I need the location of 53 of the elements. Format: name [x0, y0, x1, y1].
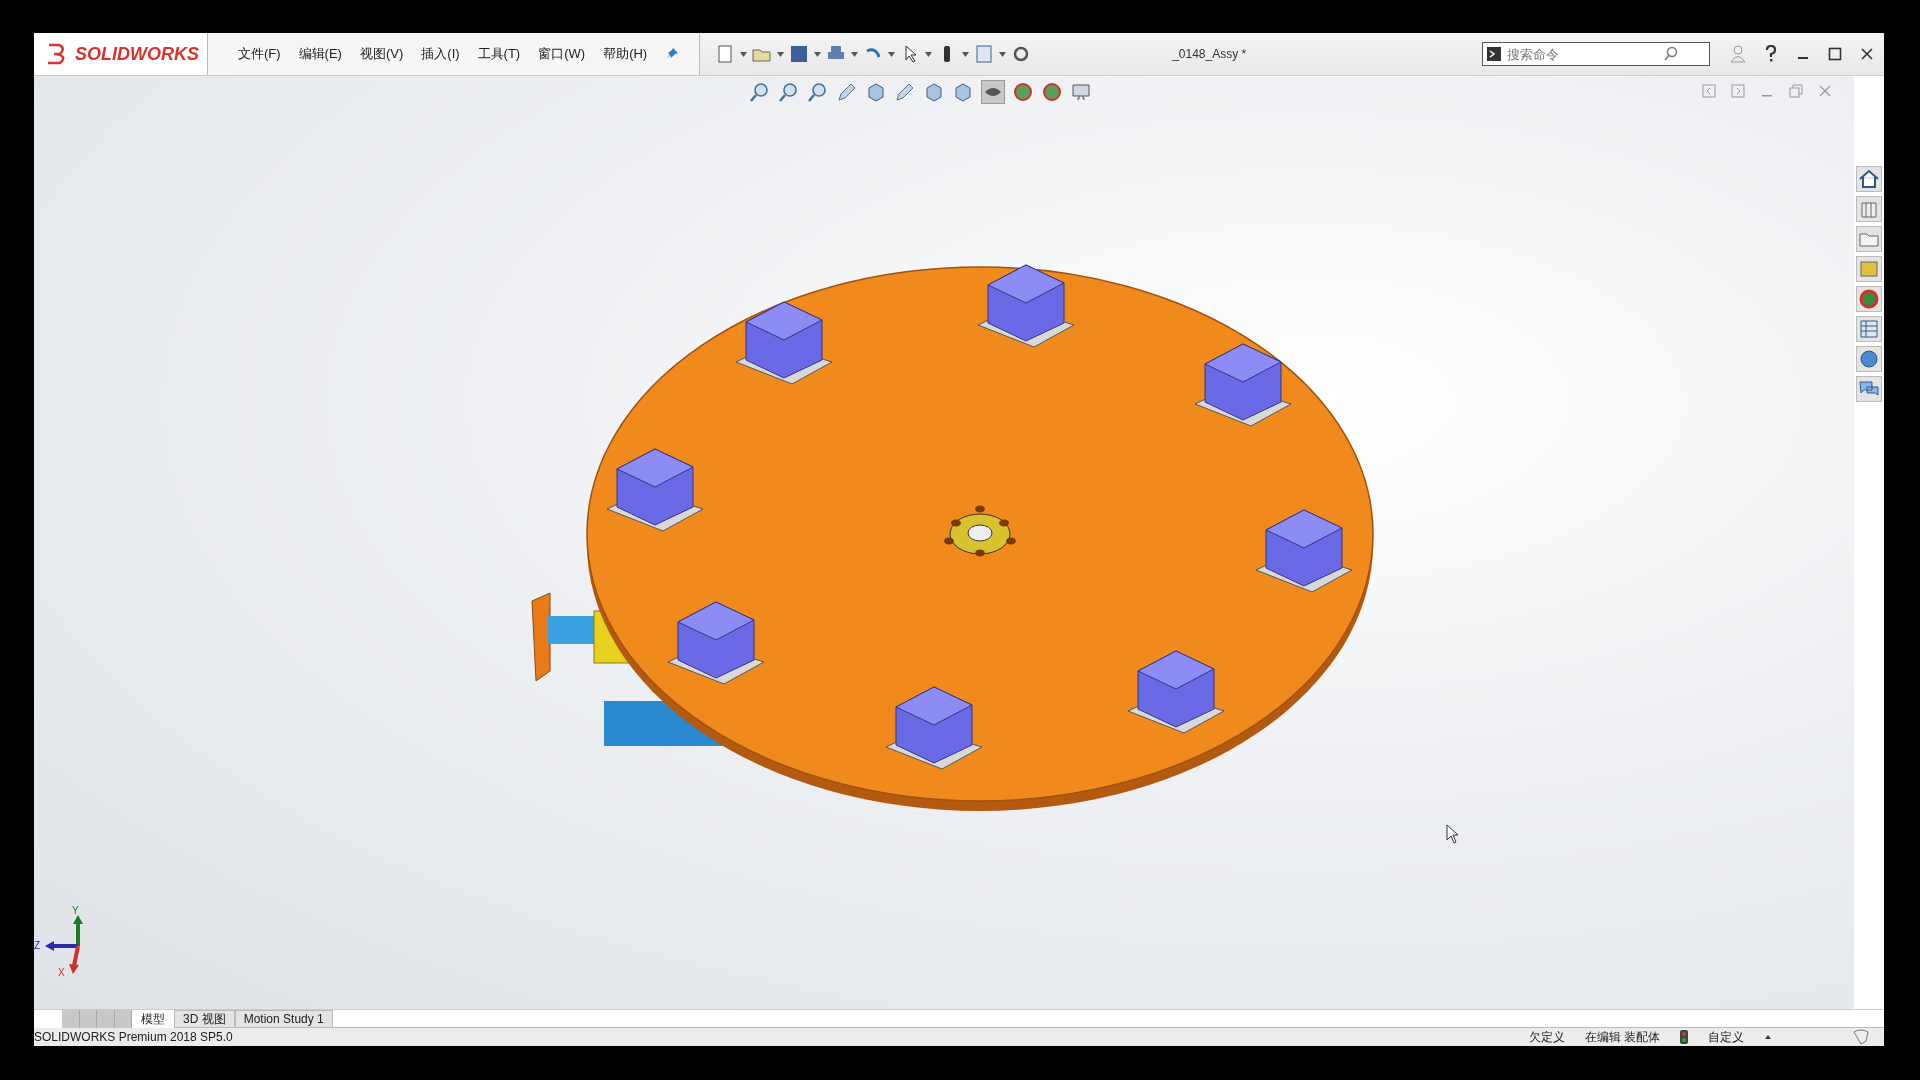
caret-icon[interactable] — [888, 51, 896, 57]
zoom-icon[interactable] — [807, 81, 829, 103]
menu-item[interactable]: 编辑(E) — [298, 45, 342, 63]
tab[interactable]: 3D 视图 — [174, 1010, 235, 1028]
monitor-icon[interactable] — [1070, 81, 1092, 103]
menu-item[interactable]: 插入(I) — [421, 45, 460, 63]
cursor-icon — [1446, 824, 1460, 844]
menu-item[interactable]: 工具(T) — [477, 45, 521, 63]
logo-text: SOLIDWORKS — [75, 43, 199, 65]
status-text: 欠定义 — [1528, 1028, 1565, 1046]
sphere-icon[interactable] — [1856, 286, 1882, 312]
menu-item[interactable]: 文件(F) — [238, 45, 281, 63]
caret-icon[interactable] — [851, 51, 859, 57]
menu-item[interactable]: 帮助(H) — [603, 45, 648, 63]
axis-label: X — [58, 968, 65, 978]
status-text: 在编辑 装配体 — [1584, 1028, 1660, 1046]
command-icon — [1487, 47, 1501, 61]
pencil-icon[interactable] — [836, 81, 858, 103]
home-icon[interactable] — [1856, 166, 1882, 192]
caret-icon[interactable] — [740, 51, 748, 57]
search-icon — [1663, 46, 1679, 62]
close-icon[interactable] — [1860, 47, 1874, 61]
status-text: SOLIDWORKS Premium 2018 SP5.0 — [34, 1030, 233, 1044]
cube-icon[interactable] — [952, 81, 974, 103]
pencil-icon[interactable] — [894, 81, 916, 103]
tab[interactable]: Motion Study 1 — [234, 1010, 333, 1028]
axis-label: Z — [34, 941, 41, 951]
panel-left-icon[interactable] — [1702, 84, 1716, 98]
menu-item[interactable]: 窗口(W) — [538, 45, 586, 63]
caret-icon[interactable] — [962, 51, 970, 57]
cube-icon[interactable] — [923, 81, 945, 103]
caret-up-icon[interactable] — [1764, 1033, 1772, 1041]
axis-label: Y — [72, 906, 79, 916]
cube-icon[interactable] — [865, 81, 887, 103]
maximize-icon[interactable] — [1828, 47, 1842, 61]
sphere-icon[interactable] — [1012, 81, 1034, 103]
user-icon[interactable] — [1730, 45, 1746, 63]
pin-icon[interactable] — [665, 47, 680, 61]
eye-icon[interactable] — [981, 80, 1005, 104]
caret-icon[interactable] — [814, 51, 822, 57]
zoom-icon[interactable] — [749, 81, 771, 103]
menu-item[interactable]: 视图(V) — [359, 45, 404, 63]
document-title: _0148_Assy * — [1172, 47, 1247, 61]
search-box[interactable]: 搜索命令 — [1482, 42, 1710, 66]
help-icon[interactable] — [1764, 45, 1778, 63]
caret-icon[interactable] — [925, 51, 933, 57]
panel-right-icon[interactable] — [1731, 84, 1745, 98]
sphere-icon[interactable] — [1041, 81, 1063, 103]
status-text[interactable]: 自定义 — [1708, 1028, 1744, 1046]
caret-icon[interactable] — [777, 51, 785, 57]
zoom-icon[interactable] — [778, 81, 800, 103]
caret-icon[interactable] — [999, 51, 1007, 57]
search-field[interactable]: 搜索命令 — [1505, 45, 1659, 63]
